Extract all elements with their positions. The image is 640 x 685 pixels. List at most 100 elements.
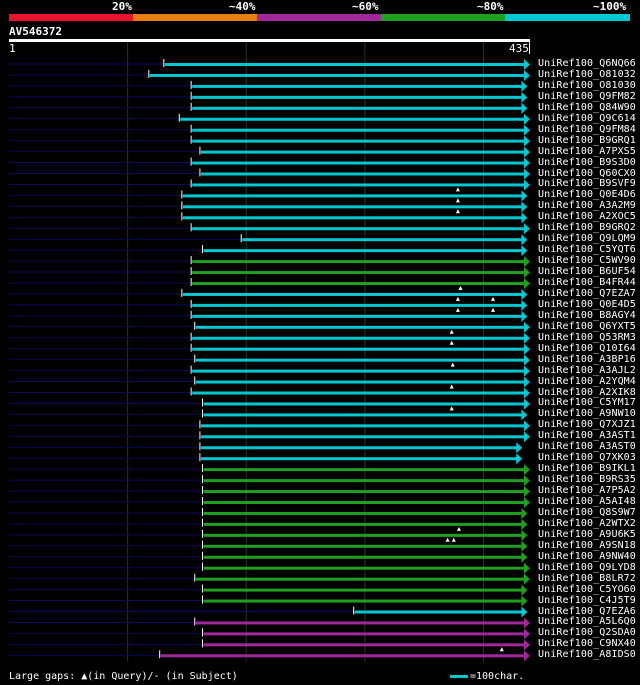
hit-link[interactable]: UniRef100_A2XIK8: [538, 387, 636, 398]
hit-link[interactable]: UniRef100_A7P5A2: [538, 485, 636, 496]
hit-row[interactable]: [9, 307, 528, 322]
hit-label[interactable]: UniRef100_A2WTX2: [538, 518, 636, 529]
hit-label[interactable]: UniRef100_Q9FM82: [538, 91, 636, 102]
hit-label[interactable]: UniRef100_A7PXS5: [538, 146, 636, 157]
hit-link[interactable]: UniRef100_Q7EZA6: [538, 606, 636, 617]
alignment-bar[interactable]: [242, 238, 523, 242]
hit-row[interactable]: [9, 639, 530, 651]
hit-row[interactable]: [9, 606, 528, 618]
hit-link[interactable]: UniRef100_B6UF54: [538, 266, 636, 277]
hit-row[interactable]: [9, 362, 530, 377]
hit-label[interactable]: UniRef100_C5WV90: [538, 256, 636, 266]
hit-label[interactable]: UniRef100_Q0E4D6: [538, 190, 636, 200]
alignment-bar[interactable]: [203, 643, 526, 647]
alignment-bar[interactable]: [195, 358, 525, 362]
hit-label[interactable]: UniRef100_B9S3D0: [538, 157, 636, 168]
hit-row[interactable]: [9, 475, 530, 487]
hit-row[interactable]: [9, 198, 528, 213]
alignment-bar[interactable]: [182, 194, 523, 198]
hit-link[interactable]: UniRef100_A9U6K5: [538, 529, 636, 540]
alignment-bar[interactable]: [200, 424, 526, 428]
alignment-bar[interactable]: [200, 457, 518, 461]
hit-label[interactable]: UniRef100_Q8S9W7: [538, 507, 636, 518]
alignment-bar[interactable]: [192, 336, 525, 340]
hit-label[interactable]: UniRef100_Q2SDA0: [538, 628, 636, 638]
alignment-bar[interactable]: [195, 621, 525, 625]
alignment-bar[interactable]: [192, 128, 525, 132]
hit-row[interactable]: [9, 518, 528, 530]
hit-link[interactable]: UniRef100_Q7XJZ1: [538, 419, 636, 430]
hit-label[interactable]: UniRef100_Q0E4D5: [538, 299, 636, 310]
hit-row[interactable]: [9, 256, 530, 268]
hit-link[interactable]: UniRef100_C5YM17: [538, 397, 636, 408]
alignment-bar[interactable]: [203, 632, 526, 636]
hit-link[interactable]: UniRef100_Q9LQM9: [538, 233, 636, 244]
hit-row[interactable]: [9, 406, 528, 421]
alignment-bar[interactable]: [195, 325, 525, 329]
hit-link[interactable]: UniRef100_C5WV90: [538, 255, 636, 266]
alignment-bar[interactable]: [354, 610, 523, 614]
alignment-bar[interactable]: [200, 172, 526, 176]
hit-link[interactable]: UniRef100_Q7EZA7: [538, 288, 636, 299]
hit-label[interactable]: UniRef100_B8LR72: [538, 573, 636, 584]
alignment-bar[interactable]: [203, 413, 523, 417]
hit-link[interactable]: UniRef100_Q60CX0: [538, 168, 636, 179]
hit-row[interactable]: [9, 234, 528, 246]
alignment-bar[interactable]: [192, 391, 525, 395]
hit-link[interactable]: UniRef100_A3A2M9: [538, 200, 636, 211]
hit-link[interactable]: UniRef100_A5AI48: [538, 496, 636, 507]
hit-row[interactable]: [9, 278, 530, 289]
hit-row[interactable]: [9, 354, 530, 366]
hit-link[interactable]: UniRef100_Q6YXT5: [538, 321, 636, 332]
hit-row[interactable]: [9, 562, 530, 574]
hit-link[interactable]: UniRef100_A3AJL2: [538, 365, 636, 376]
hit-label[interactable]: UniRef100_B9IKL1: [538, 464, 636, 474]
hit-row[interactable]: [9, 124, 530, 136]
hit-label[interactable]: UniRef100_Q7EZA6: [538, 606, 636, 617]
hit-link[interactable]: UniRef100_A2XOC5: [538, 211, 636, 222]
hit-link[interactable]: UniRef100_Q9FM82: [538, 91, 636, 102]
hit-link[interactable]: UniRef100_A3AST0: [538, 441, 636, 452]
hit-label[interactable]: UniRef100_Q60CX0: [538, 168, 636, 179]
alignment-bar[interactable]: [203, 599, 523, 603]
hit-label[interactable]: UniRef100_A5AI48: [538, 497, 636, 507]
hit-row[interactable]: [9, 113, 530, 125]
hit-row[interactable]: [9, 340, 530, 355]
hit-label[interactable]: UniRef100_B6UF54: [538, 267, 636, 277]
alignment-bar[interactable]: [149, 73, 525, 77]
hit-row[interactable]: [9, 464, 530, 476]
alignment-bar[interactable]: [192, 347, 525, 351]
hit-link[interactable]: UniRef100_Q8S9W7: [538, 507, 636, 518]
hit-link[interactable]: UniRef100_Q84W90: [538, 102, 636, 113]
hit-label[interactable]: UniRef100_Q6YXT5: [538, 321, 636, 332]
hit-row[interactable]: [9, 507, 528, 519]
alignment-bar[interactable]: [203, 555, 523, 559]
hit-label[interactable]: UniRef100_Q7XK03: [538, 453, 636, 463]
hit-row[interactable]: [9, 617, 530, 629]
hit-label[interactable]: UniRef100_Q9LQM9: [538, 234, 636, 244]
hit-link[interactable]: UniRef100_B4FR44: [538, 277, 636, 288]
hit-row[interactable]: [9, 551, 528, 563]
hit-link[interactable]: UniRef100_Q0E4D5: [538, 299, 636, 310]
alignment-bar[interactable]: [192, 84, 523, 88]
alignment-bar[interactable]: [182, 292, 523, 296]
hit-label[interactable]: UniRef100_Q84W90: [538, 102, 636, 113]
hit-link[interactable]: UniRef100_B9GRQ2: [538, 222, 636, 233]
hit-link[interactable]: UniRef100_Q53RM3: [538, 332, 636, 343]
hit-label[interactable]: UniRef100_A3AST0: [538, 442, 636, 452]
hit-link[interactable]: UniRef100_A3BP16: [538, 354, 636, 365]
hit-label[interactable]: UniRef100_Q9LYD8: [538, 562, 636, 573]
alignment-bar[interactable]: [203, 566, 526, 570]
hit-row[interactable]: [9, 187, 528, 202]
hit-row[interactable]: [9, 223, 530, 235]
alignment-bar[interactable]: [164, 63, 526, 66]
alignment-bar[interactable]: [192, 260, 525, 264]
hit-row[interactable]: [9, 595, 528, 607]
hit-label[interactable]: UniRef100_B8AGY4: [538, 310, 636, 321]
hit-label[interactable]: UniRef100_Q7XJZ1: [538, 420, 636, 430]
hit-link[interactable]: UniRef100_A9SN18: [538, 540, 636, 551]
hit-row[interactable]: [9, 135, 530, 147]
alignment-bar[interactable]: [195, 577, 525, 581]
alignment-bar[interactable]: [203, 490, 526, 494]
hit-label[interactable]: UniRef100_A5L6Q0: [538, 617, 636, 627]
